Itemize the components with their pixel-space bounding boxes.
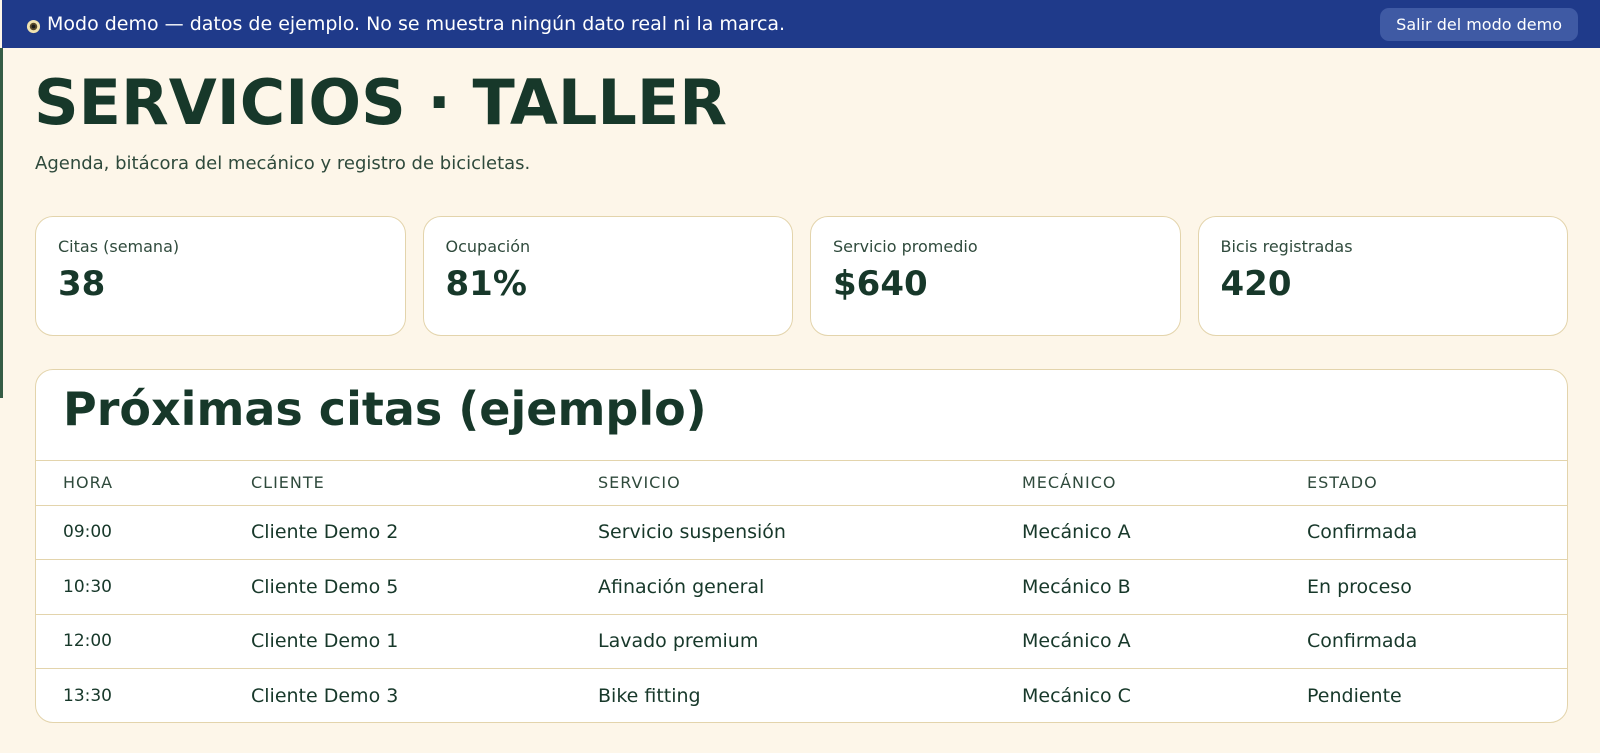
page-subtitle: Agenda, bitácora del mecánico y registro… xyxy=(35,153,531,174)
cell-client: Cliente Demo 1 xyxy=(251,614,598,669)
cell-status: Pendiente xyxy=(1307,685,1402,707)
cell-time: 09:00 xyxy=(36,505,251,560)
exit-demo-button[interactable]: Salir del modo demo xyxy=(1380,7,1578,41)
column-header-mechanic: MECÁNICO xyxy=(1022,461,1307,506)
stat-label: Bicis registradas xyxy=(1220,237,1353,256)
appointments-title: Próximas citas (ejemplo) xyxy=(36,370,1567,461)
column-header-time: HORA xyxy=(36,461,251,506)
demo-mode-banner: Modo demo — datos de ejemplo. No se mues… xyxy=(2,0,1600,48)
appointments-table: HORA CLIENTE SERVICIO MECÁNICO ESTADO 09… xyxy=(36,461,1567,723)
stat-label: Servicio promedio xyxy=(833,237,978,256)
table-row[interactable]: 09:00 Cliente Demo 2 Servicio suspensión… xyxy=(36,505,1567,560)
column-header-status: ESTADO xyxy=(1307,461,1567,506)
stat-value: 38 xyxy=(58,264,106,304)
cell-service: Servicio suspensión xyxy=(598,505,1022,560)
table-row[interactable]: 12:00 Cliente Demo 1 Lavado premium Mecá… xyxy=(36,614,1567,669)
cell-client: Cliente Demo 3 xyxy=(251,685,399,707)
demo-banner-message: Modo demo — datos de ejemplo. No se mues… xyxy=(47,13,786,35)
cell-service: Afinación general xyxy=(598,559,1022,615)
left-edge-divider xyxy=(0,48,3,398)
table-row[interactable]: 13:30 Cliente Demo 3 Bike fitting Mecáni… xyxy=(36,669,1567,723)
cell-mechanic: Mecánico A xyxy=(1022,614,1307,669)
stat-value: 81% xyxy=(445,264,527,304)
cell-client: Cliente Demo 2 xyxy=(251,505,598,560)
stat-card-average-service: Servicio promedio $640 xyxy=(810,216,1181,336)
stat-card-occupancy: Ocupación 81% xyxy=(422,216,793,336)
cell-time: 12:00 xyxy=(36,614,251,669)
stat-label: Ocupación xyxy=(445,237,531,256)
cell-status: En proceso xyxy=(1307,559,1567,615)
cell-status: Confirmada xyxy=(1307,614,1567,669)
stat-value: 420 xyxy=(1220,264,1292,304)
column-header-service: SERVICIO xyxy=(598,461,1022,506)
stat-card-registered-bikes: Bicis registradas 420 xyxy=(1197,216,1568,336)
stats-row: Citas (semana) 38 Ocupación 81% Servicio… xyxy=(35,216,1568,336)
page-title: SERVICIOS · TALLER xyxy=(34,66,728,139)
cell-mechanic: Mecánico A xyxy=(1022,505,1307,560)
cell-mechanic: Mecánico B xyxy=(1022,559,1307,615)
demo-banner-message-wrap: Modo demo — datos de ejemplo. No se mues… xyxy=(26,13,785,35)
eye-icon xyxy=(26,17,41,33)
upcoming-appointments-panel: Próximas citas (ejemplo) HORA CLIENTE SE… xyxy=(35,369,1568,723)
column-header-client: CLIENTE xyxy=(251,461,598,506)
cell-mechanic: Mecánico C xyxy=(1022,685,1131,707)
cell-service: Bike fitting xyxy=(598,685,701,707)
cell-time: 13:30 xyxy=(63,686,112,706)
cell-time: 10:30 xyxy=(36,559,251,615)
cell-status: Confirmada xyxy=(1307,505,1567,560)
cell-service: Lavado premium xyxy=(598,614,1022,669)
table-row[interactable]: 10:30 Cliente Demo 5 Afinación general M… xyxy=(36,559,1567,615)
cell-client: Cliente Demo 5 xyxy=(251,559,598,615)
stat-value: $640 xyxy=(833,264,928,304)
stat-card-weekly-appointments: Citas (semana) 38 xyxy=(35,216,406,336)
stat-label: Citas (semana) xyxy=(58,237,180,256)
table-header-row: HORA CLIENTE SERVICIO MECÁNICO ESTADO xyxy=(36,461,1567,506)
